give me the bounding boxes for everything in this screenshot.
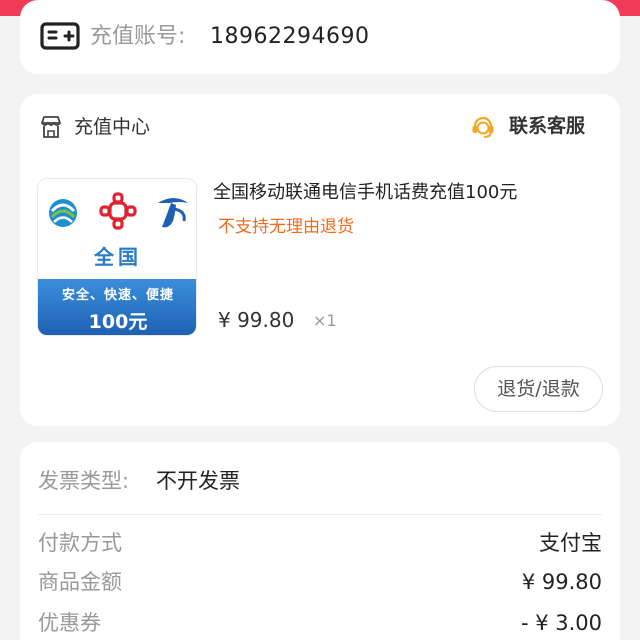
card-icon xyxy=(40,22,80,50)
account-number: 18962294690 xyxy=(210,24,370,49)
contact-service-link[interactable]: 联系客服 xyxy=(509,112,585,140)
carrier-logos xyxy=(49,192,188,230)
goods-amount-value: ¥ 99.80 xyxy=(521,570,602,594)
invoice-type-value: 不开发票 xyxy=(156,469,240,493)
payment-card: 发票类型: 不开发票 付款方式 支付宝 商品金额 ¥ 99.80 优惠券 - ¥… xyxy=(20,442,620,640)
divider xyxy=(38,514,602,515)
product-image-amount: 100元 xyxy=(88,311,148,333)
product-price: ¥ 99.80 xyxy=(218,308,295,332)
product-image-banner: 安全、快速、便捷 100元 xyxy=(38,279,196,335)
payment-method-label: 付款方式 xyxy=(38,531,122,555)
account-label: 充值账号: xyxy=(90,24,186,49)
china-unicom-logo-icon xyxy=(99,192,137,230)
account-card: 充值账号: 18962294690 xyxy=(20,0,620,74)
goods-amount-label: 商品金额 xyxy=(38,570,122,594)
product-quantity: ×1 xyxy=(313,311,337,330)
product-image-slogan: 安全、快速、便捷 xyxy=(61,288,174,303)
customer-service-icon[interactable] xyxy=(470,114,496,140)
payment-method-value: 支付宝 xyxy=(539,531,602,555)
product-return-note: 不支持无理由退货 xyxy=(218,217,354,237)
product-image[interactable]: 全国 安全、快速、便捷 100元 xyxy=(37,178,197,336)
store-icon xyxy=(41,116,61,138)
order-card: 充值中心 联系客服 全国 安全、快速、便捷 100元 全国移动联通电信手机话费充… xyxy=(20,94,620,426)
product-title[interactable]: 全国移动联通电信手机话费充值100元 xyxy=(213,180,517,206)
product-image-region: 全国 xyxy=(94,245,142,269)
invoice-type-label: 发票类型: xyxy=(38,469,130,493)
china-mobile-logo-icon xyxy=(49,199,77,227)
refund-button[interactable]: 退货/退款 xyxy=(474,366,603,412)
coupon-label: 优惠券 xyxy=(38,611,101,635)
store-name[interactable]: 充值中心 xyxy=(74,113,150,141)
china-telecom-logo-icon xyxy=(158,198,188,228)
coupon-value: - ¥ 3.00 xyxy=(520,611,602,635)
